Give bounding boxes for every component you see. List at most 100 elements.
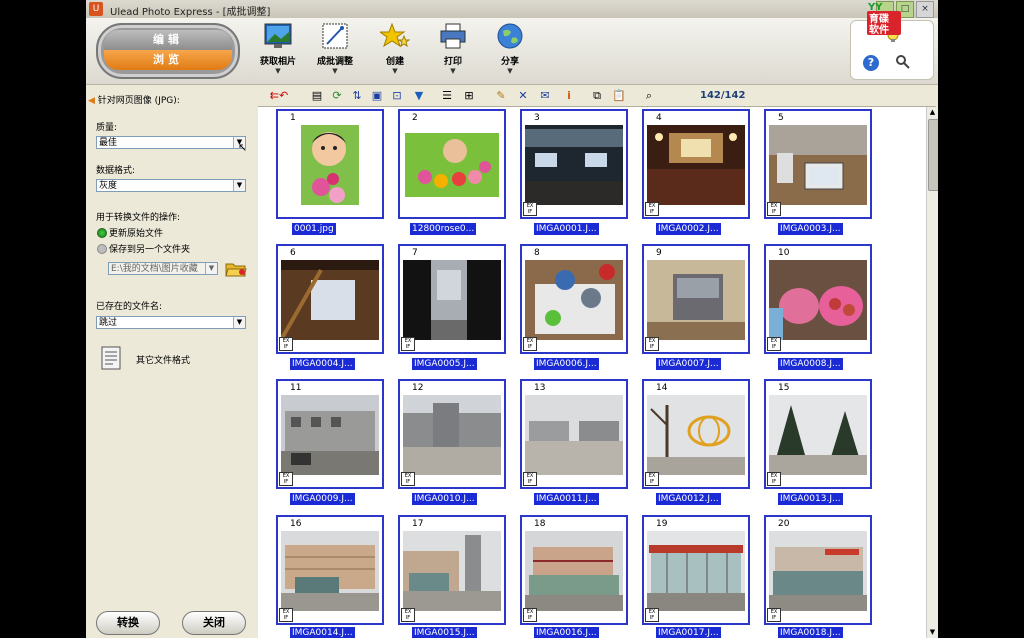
thumbnail-item[interactable]: 13 EX IF: [520, 379, 628, 489]
close-button[interactable]: 关闭: [182, 611, 246, 635]
thumbnail-item[interactable]: 1: [276, 109, 384, 219]
format-select[interactable]: 灰度 ▼: [96, 179, 246, 192]
chevron-down-icon: ▼: [275, 67, 281, 75]
thumbnail-caption: IMGA0012.J...: [656, 493, 721, 505]
chevron-left-icon: ◀: [88, 96, 95, 106]
fit-icon[interactable]: ⊡: [390, 89, 404, 102]
thumbnail-item[interactable]: 2: [398, 109, 506, 219]
thumbnail-item[interactable]: 11 EX IF: [276, 379, 384, 489]
vertical-scrollbar[interactable]: ▲ ▼: [926, 107, 938, 638]
photo-preview: [403, 260, 501, 340]
thumbnail-item[interactable]: 10 EX IF: [764, 244, 872, 354]
get-photo-tool[interactable]: 获取相片 ▼: [249, 22, 307, 75]
scroll-up-icon[interactable]: ▲: [928, 108, 937, 117]
search-icon[interactable]: [895, 54, 911, 70]
print-tool[interactable]: 打印 ▼: [424, 22, 482, 75]
tool-label: 成批调整: [316, 57, 353, 67]
chevron-down-icon[interactable]: ▼: [205, 263, 217, 274]
exif-badge: EX IF: [767, 202, 781, 216]
thumbnail-item[interactable]: 3 EX IF: [520, 109, 628, 219]
app-window: U Ulead Photo Express - [成批调整] _ □ × 编辑 …: [86, 0, 938, 638]
thumbnail-item[interactable]: 19 EX IF: [642, 515, 750, 625]
find-icon[interactable]: ⌕: [642, 89, 656, 102]
undo-icon[interactable]: ⇇↶: [262, 89, 296, 102]
thumbnail-caption: IMGA0001.J...: [534, 223, 599, 235]
thumbnail-number: 14: [656, 383, 668, 393]
help-icon[interactable]: ?: [863, 55, 879, 71]
other-formats-icon[interactable]: [100, 346, 122, 370]
radio-save-other[interactable]: [97, 244, 107, 254]
thumbnail-item[interactable]: 15 EX IF: [764, 379, 872, 489]
paste-icon[interactable]: 📋: [612, 89, 626, 102]
view-icon[interactable]: ▣: [370, 89, 384, 102]
thumbnail-caption: IMGA0009.J...: [290, 493, 355, 505]
thumbnail-caption: IMGA0014.J...: [290, 627, 355, 638]
copy-icon[interactable]: ⧉: [590, 89, 604, 102]
edit-mode-button[interactable]: 编辑: [104, 30, 232, 50]
folder-icon[interactable]: [225, 260, 247, 278]
list-icon[interactable]: ☰: [440, 89, 454, 102]
thumbnail-number: 19: [656, 519, 668, 529]
thumbnail-number: 17: [412, 519, 424, 529]
filter-icon[interactable]: ▼: [412, 89, 426, 102]
refresh-icon[interactable]: ⟳: [330, 89, 344, 102]
format-value: 灰度: [99, 181, 118, 191]
photo-preview: [647, 125, 745, 205]
exif-badge: EX IF: [523, 202, 537, 216]
star-icon: [378, 22, 411, 50]
calendar-icon[interactable]: ▤: [310, 89, 324, 102]
exif-badge: EX IF: [767, 337, 781, 351]
existing-select[interactable]: 跳过 ▼: [96, 316, 246, 329]
sort-icon[interactable]: ⇅: [350, 89, 364, 102]
format-label: 数据格式:: [96, 166, 136, 176]
batch-icon: [320, 22, 350, 50]
pencil-icon[interactable]: ✎: [494, 89, 508, 102]
photo-preview: [281, 125, 379, 205]
scroll-thumb[interactable]: [928, 119, 938, 191]
thumbnail-item[interactable]: 20 EX IF: [764, 515, 872, 625]
photo-preview: [647, 395, 745, 475]
thumbnail-item[interactable]: 16 EX IF: [276, 515, 384, 625]
thumbnail-item[interactable]: 17 EX IF: [398, 515, 506, 625]
thumbnail-number: 9: [656, 248, 662, 258]
exif-badge: EX IF: [279, 472, 293, 486]
existing-label: 已存在的文件名:: [96, 302, 163, 312]
details-icon[interactable]: ⊞: [462, 89, 476, 102]
folder-path-field[interactable]: E:\我的文档\图片收藏 ▼: [108, 262, 218, 275]
thumbnail-item[interactable]: 5 EX IF: [764, 109, 872, 219]
thumbnail-item[interactable]: 6 EX IF: [276, 244, 384, 354]
thumbnail-item[interactable]: 9 EX IF: [642, 244, 750, 354]
thumbnail-item[interactable]: 4 EX IF: [642, 109, 750, 219]
title-bar: U Ulead Photo Express - [成批调整] _ □ ×: [86, 0, 938, 19]
info-icon[interactable]: i: [562, 89, 576, 102]
thumbnail-item[interactable]: 12 EX IF: [398, 379, 506, 489]
thumbnail-item[interactable]: 8 EX IF: [520, 244, 628, 354]
share-tool[interactable]: 分享 ▼: [481, 22, 539, 75]
watermark-logo: YY 育碟 软件: [866, 0, 902, 36]
other-formats-label[interactable]: 其它文件格式: [136, 353, 190, 366]
quality-select[interactable]: 最佳 ▼: [96, 136, 246, 149]
existing-value: 跳过: [99, 318, 118, 328]
thumbnail-item[interactable]: 7 EX IF: [398, 244, 506, 354]
mail-icon[interactable]: ✉: [538, 89, 552, 102]
thumbnail-caption: IMGA0005.J...: [412, 358, 477, 370]
thumbnail-caption: IMGA0003.J...: [778, 223, 843, 235]
photo-preview: [281, 395, 379, 475]
scroll-down-icon[interactable]: ▼: [928, 628, 937, 637]
photo-count: 142/142: [700, 90, 746, 101]
chevron-down-icon[interactable]: ▼: [233, 317, 245, 328]
thumbnail-number: 18: [534, 519, 546, 529]
close-window-button[interactable]: ×: [916, 1, 934, 18]
thumbnail-item[interactable]: 18 EX IF: [520, 515, 628, 625]
convert-button[interactable]: 转换: [96, 611, 160, 635]
svg-text:软件: 软件: [869, 23, 889, 36]
batch-adjust-tool[interactable]: 成批调整 ▼: [306, 22, 364, 75]
exif-badge: EX IF: [767, 608, 781, 622]
browse-mode-button[interactable]: 浏览: [104, 50, 232, 70]
chevron-down-icon[interactable]: ▼: [233, 180, 245, 191]
create-tool[interactable]: 创建 ▼: [366, 22, 424, 75]
thumbnail-item[interactable]: 14 EX IF: [642, 379, 750, 489]
tool-label: 获取相片: [259, 57, 296, 67]
radio-update-original[interactable]: [97, 228, 107, 238]
delete-icon[interactable]: ✕: [516, 89, 530, 102]
